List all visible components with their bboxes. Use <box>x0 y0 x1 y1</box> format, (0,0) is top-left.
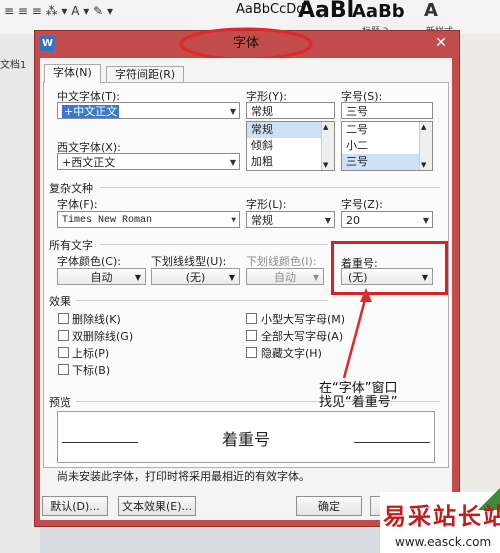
size-input[interactable]: 三号 <box>341 102 433 119</box>
tab-font[interactable]: 字体(N) <box>44 64 101 83</box>
scroll-up-icon[interactable]: ▲ <box>323 123 328 131</box>
annotation-arrow <box>342 288 372 379</box>
double-strikethrough-label: 双删除线(G) <box>72 330 134 343</box>
ok-button[interactable]: 确定 <box>296 496 362 516</box>
doc-tab[interactable]: 文档1 <box>0 56 26 71</box>
preview-box: 着重号 <box>57 411 435 463</box>
complex-font-label: 字体(F): <box>57 198 98 211</box>
style-input[interactable]: 常规 <box>246 102 335 119</box>
preview-text: 着重号 <box>221 430 270 449</box>
chinese-font-value: +中文正文 <box>62 105 120 118</box>
complex-font-combo[interactable]: Times New Roman ▼ <box>57 211 240 228</box>
hidden-text-label: 隐藏文字(H) <box>261 347 322 360</box>
document-right-area <box>458 34 500 553</box>
double-strikethrough-checkbox[interactable] <box>58 330 69 341</box>
text-effects-button[interactable]: 文本效果(E)... <box>118 496 196 516</box>
divider <box>100 244 328 245</box>
font-color-label: 字体颜色(C): <box>57 255 121 268</box>
new-style-icon[interactable]: A <box>424 0 438 21</box>
chevron-down-icon: ▼ <box>231 216 236 225</box>
underline-color-label: 下划线颜色(I): <box>246 255 317 268</box>
divider <box>76 300 328 301</box>
western-font-value: +西文正文 <box>62 156 116 169</box>
watermark-name: 易采站长站 <box>383 503 500 530</box>
ribbon-tools: ≡ ≡ ≡ ⁂ ▾ A ▾ ✎ ▾ <box>4 4 114 18</box>
underline-color-value: 自动 <box>274 271 296 284</box>
complex-size-value: 20 <box>346 214 360 227</box>
default-button[interactable]: 默认(D)... <box>42 496 108 516</box>
style-list[interactable]: 常规 倾斜 加粗 ▲ ▼ <box>246 121 335 171</box>
scrollbar[interactable]: ▲ ▼ <box>419 122 432 170</box>
chevron-down-icon: ▼ <box>229 158 236 167</box>
scrollbar[interactable]: ▲ ▼ <box>321 122 334 170</box>
all-caps-checkbox[interactable] <box>246 330 257 341</box>
all-text-heading: 所有文字 <box>49 239 93 252</box>
complex-size-combo[interactable]: 20 ▼ <box>341 211 433 228</box>
chevron-down-icon: ▼ <box>422 216 429 225</box>
complex-style-label: 字形(L): <box>246 198 287 211</box>
style-preview-1[interactable]: AaBbCcDd <box>236 2 305 17</box>
complex-size-label: 字号(Z): <box>341 198 383 211</box>
font-missing-note: 尚未安装此字体，打印时将采用最相近的有效字体。 <box>57 470 310 483</box>
chevron-down-icon: ▼ <box>324 216 331 225</box>
close-icon[interactable]: ✕ <box>430 34 452 52</box>
underline-type-label: 下划线线型(U): <box>151 255 227 268</box>
underline-type-dropdown[interactable]: (无) ▼ <box>151 268 240 285</box>
scroll-down-icon[interactable]: ▼ <box>323 161 328 169</box>
divider <box>100 187 440 188</box>
tab-character-spacing[interactable]: 字符间距(R) <box>106 66 185 83</box>
subscript-checkbox[interactable] <box>58 364 69 375</box>
title-highlight-ellipse <box>179 27 313 61</box>
chinese-font-combo[interactable]: +中文正文 ▼ <box>57 102 240 119</box>
hidden-text-checkbox[interactable] <box>246 347 257 358</box>
font-color-dropdown[interactable]: 自动 ▼ <box>57 268 146 285</box>
western-font-combo[interactable]: +西文正文 ▼ <box>57 153 240 170</box>
complex-script-heading: 复杂文种 <box>49 182 93 195</box>
complex-font-value: Times New Roman <box>62 215 153 226</box>
effects-heading: 效果 <box>49 295 71 308</box>
underline-color-dropdown: 自动 ▼ <box>246 268 324 285</box>
superscript-label: 上标(P) <box>72 347 110 360</box>
chevron-down-icon: ▼ <box>229 107 236 116</box>
chevron-down-icon: ▼ <box>228 273 235 282</box>
underline-type-value: (无) <box>185 271 206 284</box>
complex-style-value: 常规 <box>251 214 273 227</box>
style-preview-2[interactable]: AaBl <box>298 0 354 23</box>
style-preview-3[interactable]: AaBb <box>352 1 405 22</box>
watermark-url: www.easck.com <box>395 535 492 549</box>
superscript-checkbox[interactable] <box>58 347 69 358</box>
font-color-value: 自动 <box>90 271 113 284</box>
size-list[interactable]: 二号 小二 三号 ▲ ▼ <box>341 121 433 171</box>
scroll-down-icon[interactable]: ▼ <box>421 161 426 169</box>
complex-style-combo[interactable]: 常规 ▼ <box>246 211 335 228</box>
strikethrough-checkbox[interactable] <box>58 313 69 324</box>
strikethrough-label: 删除线(K) <box>72 313 121 326</box>
small-caps-checkbox[interactable] <box>246 313 257 324</box>
preview-heading: 预览 <box>49 396 71 409</box>
annotation-text-line2: 找见“着重号” <box>319 395 398 410</box>
chevron-down-icon: ▼ <box>134 273 141 282</box>
subscript-label: 下标(B) <box>72 364 111 377</box>
chevron-down-icon: ▼ <box>312 273 319 282</box>
scroll-up-icon[interactable]: ▲ <box>421 123 426 131</box>
